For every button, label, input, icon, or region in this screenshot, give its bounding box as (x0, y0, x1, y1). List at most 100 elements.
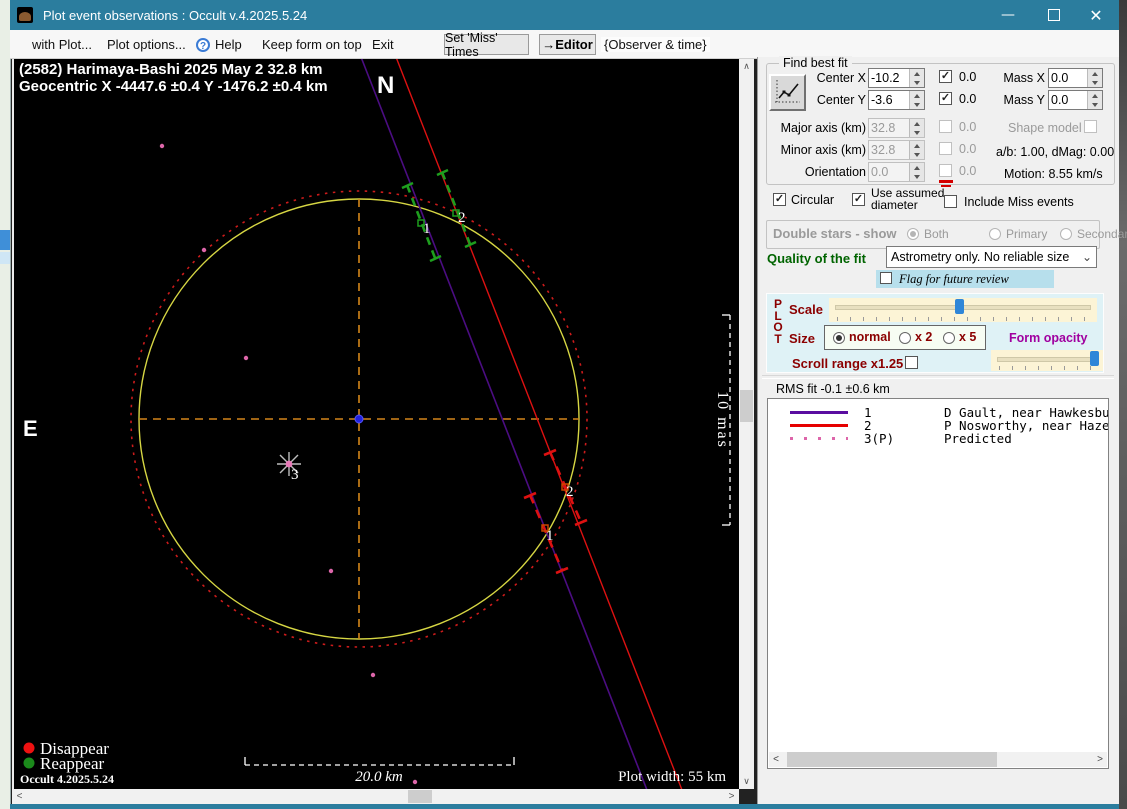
menu-keep-on-top[interactable]: Keep form on top (262, 37, 362, 52)
opacity-slider-thumb[interactable] (1090, 351, 1099, 366)
menu-exit[interactable]: Exit (372, 37, 394, 52)
observation-row[interactable]: 2 P Nosworthy, near Hazel (768, 419, 1108, 432)
scale-slider-ticks (837, 317, 1089, 321)
size-normal-radio[interactable] (833, 332, 845, 344)
chevron-down-icon: ⌄ (1082, 247, 1092, 267)
orientation-fit-checkbox (939, 164, 952, 177)
double-stars-label: Double stars - show (773, 226, 897, 241)
help-icon[interactable]: ? (196, 38, 210, 52)
predicted-line-sample (790, 437, 848, 440)
chord2-line (396, 59, 682, 789)
spin-up-icon[interactable] (910, 69, 924, 78)
plot-header-line2: Geocentric X -4447.6 ±0.4 Y -1476.2 ±0.4… (19, 78, 328, 95)
double-secondary-radio (1060, 228, 1072, 240)
horizontal-scroll-thumb[interactable] (408, 790, 432, 803)
close-button[interactable]: ✕ (1073, 0, 1119, 30)
circular-label: Circular (791, 193, 834, 207)
scroll-right-icon[interactable]: > (724, 789, 739, 804)
scroll-up-icon[interactable]: ∧ (739, 59, 754, 74)
set-miss-times-button[interactable]: Set 'Miss' Times (444, 34, 529, 55)
minimize-button[interactable]: — (985, 0, 1031, 30)
occultation-plot[interactable]: 1 2 2 1 3 N E (2582) Harimaya-Bashi 2025… (12, 59, 739, 789)
editor-button[interactable]: →Editor (539, 34, 596, 55)
scroll-down-icon[interactable]: ∨ (739, 774, 754, 789)
background-window-sliver (0, 0, 11, 809)
include-miss-checkbox[interactable] (944, 195, 957, 208)
flag-review-checkbox[interactable] (880, 272, 892, 284)
menu-help[interactable]: Help (215, 37, 242, 52)
observation-name: Predicted (944, 431, 1012, 446)
chord1-line (361, 59, 647, 789)
plot-vertical-label: P L O T (772, 299, 784, 345)
plot-horizontal-scrollbar[interactable]: < > (12, 789, 739, 804)
plot-canvas: 1 2 2 1 3 N E (2582) Harimaya-Bashi 2025… (14, 59, 739, 789)
listbox-scroll-thumb[interactable] (787, 752, 997, 767)
maximize-button[interactable] (1031, 0, 1077, 30)
major-axis-field (868, 118, 925, 138)
double-primary-label: Primary (1006, 227, 1047, 241)
observations-listbox[interactable]: 1 D Gault, near Hawkesbur 2 P Nosworthy,… (767, 398, 1109, 769)
double-primary-radio (989, 228, 1001, 240)
chord1-top-label: 1 (423, 221, 431, 237)
quality-value: Astrometry only. No reliable size (891, 250, 1069, 264)
center-y-fit-checkbox[interactable]: ✓ (939, 92, 952, 105)
mass-y-label: Mass Y (1001, 93, 1045, 107)
spin-down-icon[interactable] (910, 78, 924, 87)
size-x5-radio[interactable] (943, 332, 955, 344)
center-y-field[interactable] (868, 90, 925, 110)
chord2-bottom-label: 2 (566, 484, 574, 500)
use-assumed-checkbox[interactable]: ✓ (852, 193, 865, 206)
motion-text: Motion: 8.55 km/s (1004, 167, 1103, 181)
double-stars-group: Double stars - show Both Primary Seconda… (766, 220, 1100, 249)
vertical-scroll-thumb[interactable] (740, 390, 753, 422)
mass-x-field[interactable] (1048, 68, 1103, 88)
form-opacity-label[interactable]: Form opacity (1009, 331, 1088, 345)
scale-slider-thumb[interactable] (955, 299, 964, 314)
background-item (0, 252, 10, 264)
size-label: Size (789, 331, 815, 346)
center-dot (355, 415, 363, 423)
circular-checkbox[interactable]: ✓ (773, 193, 786, 206)
menu-plot-options[interactable]: Plot options... (107, 37, 186, 52)
disappear-dot (24, 743, 35, 754)
size-x5-label: x 5 (959, 330, 976, 344)
observation-row[interactable]: 3(P) Predicted (768, 432, 1108, 445)
plot-width-label: Plot width: 55 km (618, 769, 726, 785)
scroll-left-icon[interactable]: < (769, 752, 783, 767)
center-x-fit-value: 0.0 (959, 70, 976, 84)
size-x2-radio[interactable] (899, 332, 911, 344)
chord1-line-sample (790, 411, 848, 414)
include-miss-label: Include Miss events (964, 195, 1074, 209)
control-panel: Find best fit Center X ✓ 0.0 Mass X Cent… (757, 57, 1119, 804)
center-x-fit-checkbox[interactable]: ✓ (939, 70, 952, 83)
north-label: N (377, 72, 394, 99)
scroll-range-checkbox[interactable] (905, 356, 918, 369)
legend-reappear: Reappear (40, 754, 105, 773)
listbox-horizontal-scrollbar[interactable]: < > (769, 752, 1107, 767)
center-y-label: Center Y (786, 93, 866, 107)
center-x-label: Center X (786, 71, 866, 85)
scale-slider[interactable] (829, 298, 1097, 322)
scroll-right-icon[interactable]: > (1093, 752, 1107, 767)
separator (762, 375, 1114, 379)
size-normal-label: normal (849, 330, 891, 344)
observation-number: 3(P) (864, 431, 894, 446)
menu-with-plot[interactable]: with Plot... (32, 37, 92, 52)
predicted-star-label: 3 (291, 467, 299, 483)
mass-y-field[interactable] (1048, 90, 1103, 110)
quality-label: Quality of the fit (767, 251, 866, 266)
chord2-reappear-segment (437, 170, 476, 247)
quality-combobox[interactable]: Astrometry only. No reliable size ⌄ (886, 246, 1097, 268)
scroll-range-label: Scroll range x1.25 (792, 356, 903, 371)
plot-vertical-scrollbar[interactable]: ∧ ∨ (739, 59, 754, 789)
form-opacity-slider[interactable] (991, 350, 1103, 371)
window-title: Plot event observations : Occult v.4.202… (43, 8, 307, 23)
scroll-left-icon[interactable]: < (12, 789, 27, 804)
orientation-label: Orientation (776, 165, 866, 179)
major-axis-fit-value: 0.0 (959, 120, 976, 134)
find-best-fit-label: Find best fit (779, 56, 852, 70)
scale-label: Scale (789, 302, 823, 317)
chord2-top-label: 2 (458, 210, 466, 226)
chord2-line-sample (790, 424, 848, 427)
center-x-field[interactable] (868, 68, 925, 88)
